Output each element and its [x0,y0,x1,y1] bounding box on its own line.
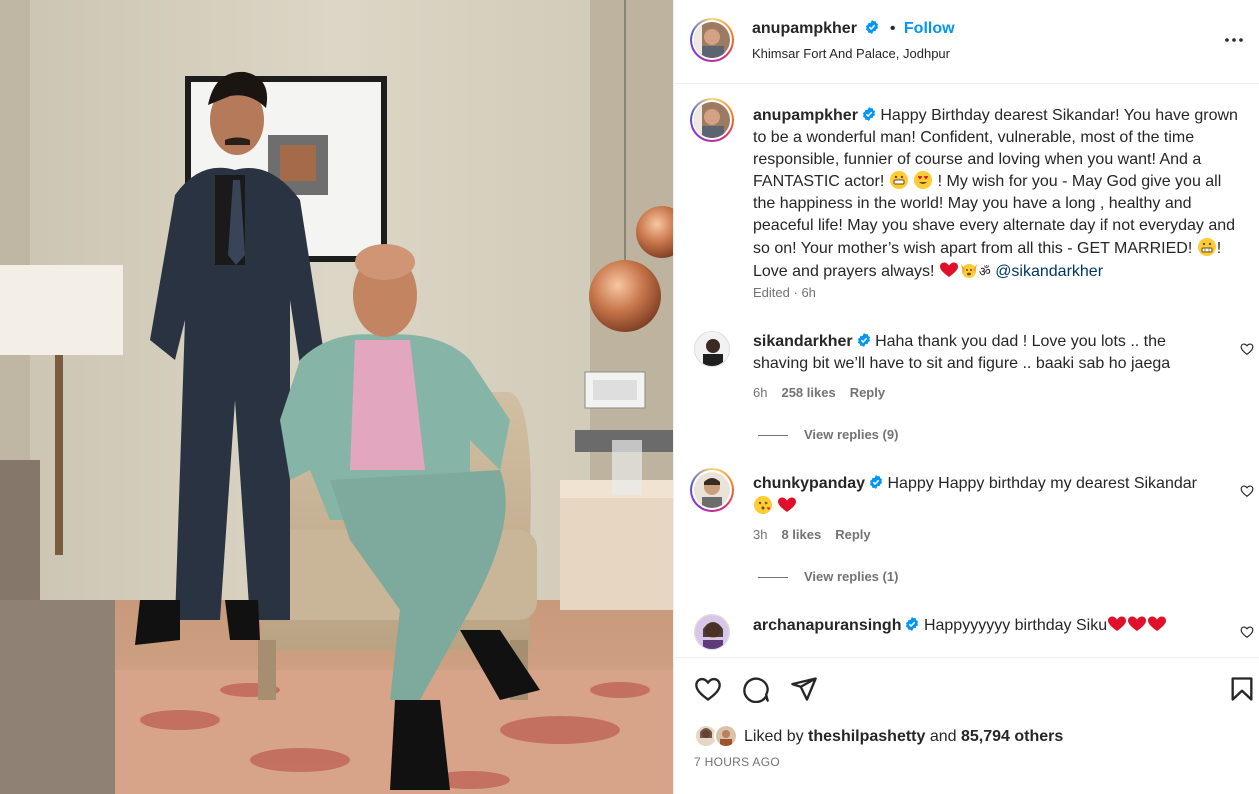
comment-meta: 3h 8 likes Reply [753,527,871,542]
comment-meta: 6h 258 likes Reply [753,385,885,400]
red-heart-emoji-icon [1148,616,1167,631]
comment-username[interactable]: sikandarkher [753,333,853,350]
reply-button[interactable]: Reply [850,385,885,400]
post-timestamp[interactable]: 7 HOURS AGO [694,755,780,769]
caption-username[interactable]: anupampkher [753,107,858,124]
red-heart-emoji-icon [778,497,797,512]
comment-username[interactable]: chunkypanday [753,475,865,492]
save-bookmark-icon[interactable] [1228,675,1256,703]
liker-avatar [714,724,738,748]
caption-mention[interactable]: @sikandarkher [995,263,1103,280]
kissing-face-emoji-icon [754,495,772,514]
author-avatar[interactable] [690,18,734,62]
comment-avatar[interactable] [690,468,734,512]
liked-by-summary: Liked by theshilpashetty and 85,794 othe… [744,728,1063,746]
raising-hands-emoji-icon [960,263,977,278]
view-replies-label: View replies (1) [804,569,899,584]
verified-badge-icon [857,333,870,347]
comment-likes[interactable]: 8 likes [781,527,821,542]
caption-meta: Edited · 6h [753,285,816,300]
red-heart-emoji-icon [1128,616,1147,631]
grinning-emoji-icon [889,171,908,190]
verified-badge-icon [906,617,919,631]
like-heart-icon[interactable] [694,675,722,703]
comment-likes[interactable]: 258 likes [781,385,835,400]
liked-by-and: and [925,728,961,745]
post-actions: Liked by theshilpashetty and 85,794 othe… [674,657,1259,794]
comments-list[interactable]: anupampkher Happy Birthday dearest Sikan… [674,85,1259,657]
comment-time[interactable]: 6h [753,385,767,400]
om-symbol: ॐ [978,264,991,280]
view-replies-line [758,577,788,579]
header-separator: • [889,20,896,37]
verified-badge-icon [870,475,883,489]
comment-avatar[interactable] [694,614,730,650]
view-replies-button[interactable]: View replies (9) [758,427,898,442]
liked-by-avatars[interactable] [694,724,740,750]
more-options-icon[interactable] [1222,28,1246,52]
liked-by-others[interactable]: 85,794 others [961,728,1063,745]
red-heart-emoji-icon [1108,616,1127,631]
comment-text: chunkypanday Happy Happy birthday my dea… [753,473,1223,518]
liked-by-prefix: Liked by [744,728,809,745]
caption-avatar[interactable] [690,98,734,142]
comment-like-icon[interactable] [1240,484,1254,498]
comment-bubble-icon[interactable] [742,675,770,703]
view-replies-label: View replies (9) [804,427,899,442]
author-name-row: anupampkher • Follow [752,20,955,38]
verified-badge-icon [866,20,879,34]
post-location[interactable]: Khimsar Fort And Palace, Jodhpur [752,46,950,61]
post-photo[interactable] [0,0,673,794]
comment-username[interactable]: archanapuransingh [753,617,901,634]
comment-like-icon[interactable] [1240,342,1254,356]
verified-badge-icon [862,107,875,121]
comment-time[interactable]: 3h [753,527,767,542]
comment-body: Happy Happy birthday my dearest Sikandar [887,475,1197,492]
comment-text: archanapuransingh Happyyyyyy birthday Si… [753,614,1223,637]
post-caption: anupampkher Happy Birthday dearest Sikan… [753,105,1243,283]
post-header: anupampkher • Follow Khimsar Fort And Pa… [674,0,1259,84]
follow-button[interactable]: Follow [904,20,955,37]
post-side-panel: anupampkher • Follow Khimsar Fort And Pa… [673,0,1259,794]
caption-time[interactable]: 6h [801,285,815,300]
comment-like-icon[interactable] [1240,625,1254,639]
caption-meta-separator: · [789,285,802,300]
comment-body: Happyyyyyy birthday Siku [923,617,1108,634]
heart-eyes-emoji-icon [914,171,933,190]
liked-by-user[interactable]: theshilpashetty [808,728,925,745]
share-send-icon[interactable] [790,675,818,703]
view-replies-line [758,435,788,437]
reply-button[interactable]: Reply [835,527,870,542]
view-replies-button[interactable]: View replies (1) [758,569,898,584]
comment-text: sikandarkher Haha thank you dad ! Love y… [753,331,1223,375]
post-image [0,0,673,794]
red-heart-emoji-icon [939,262,958,277]
author-username[interactable]: anupampkher [752,20,857,37]
edited-label: Edited [753,285,790,300]
grimacing-emoji-icon [1197,237,1216,256]
comment-avatar[interactable] [694,331,730,367]
